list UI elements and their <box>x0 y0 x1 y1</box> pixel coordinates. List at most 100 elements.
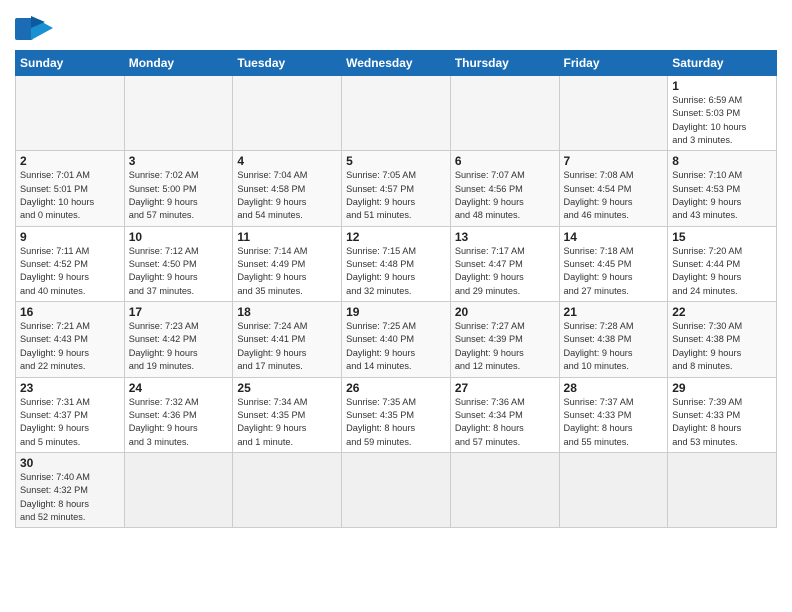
calendar-cell <box>342 76 451 151</box>
day-number: 1 <box>672 79 772 93</box>
week-row-0: 1Sunrise: 6:59 AM Sunset: 5:03 PM Daylig… <box>16 76 777 151</box>
day-info: Sunrise: 7:10 AM Sunset: 4:53 PM Dayligh… <box>672 169 772 222</box>
calendar-cell <box>668 452 777 527</box>
col-sunday: Sunday <box>16 51 125 76</box>
calendar-cell: 4Sunrise: 7:04 AM Sunset: 4:58 PM Daylig… <box>233 151 342 226</box>
day-number: 16 <box>20 305 120 319</box>
day-info: Sunrise: 7:25 AM Sunset: 4:40 PM Dayligh… <box>346 320 446 373</box>
calendar-cell: 13Sunrise: 7:17 AM Sunset: 4:47 PM Dayli… <box>450 226 559 301</box>
day-info: Sunrise: 7:24 AM Sunset: 4:41 PM Dayligh… <box>237 320 337 373</box>
day-info: Sunrise: 7:04 AM Sunset: 4:58 PM Dayligh… <box>237 169 337 222</box>
day-info: Sunrise: 7:28 AM Sunset: 4:38 PM Dayligh… <box>564 320 664 373</box>
day-number: 7 <box>564 154 664 168</box>
week-row-5: 30Sunrise: 7:40 AM Sunset: 4:32 PM Dayli… <box>16 452 777 527</box>
col-thursday: Thursday <box>450 51 559 76</box>
day-number: 30 <box>20 456 120 470</box>
calendar-cell: 23Sunrise: 7:31 AM Sunset: 4:37 PM Dayli… <box>16 377 125 452</box>
day-number: 3 <box>129 154 229 168</box>
calendar-cell <box>233 76 342 151</box>
day-info: Sunrise: 7:08 AM Sunset: 4:54 PM Dayligh… <box>564 169 664 222</box>
day-info: Sunrise: 7:37 AM Sunset: 4:33 PM Dayligh… <box>564 396 664 449</box>
logo-icon <box>15 14 53 44</box>
calendar-cell <box>16 76 125 151</box>
logo <box>15 14 57 44</box>
day-number: 20 <box>455 305 555 319</box>
day-info: Sunrise: 7:40 AM Sunset: 4:32 PM Dayligh… <box>20 471 120 524</box>
day-info: Sunrise: 7:31 AM Sunset: 4:37 PM Dayligh… <box>20 396 120 449</box>
calendar-cell <box>233 452 342 527</box>
calendar-cell: 28Sunrise: 7:37 AM Sunset: 4:33 PM Dayli… <box>559 377 668 452</box>
calendar-cell: 21Sunrise: 7:28 AM Sunset: 4:38 PM Dayli… <box>559 302 668 377</box>
day-number: 25 <box>237 381 337 395</box>
day-number: 26 <box>346 381 446 395</box>
col-saturday: Saturday <box>668 51 777 76</box>
calendar-cell: 9Sunrise: 7:11 AM Sunset: 4:52 PM Daylig… <box>16 226 125 301</box>
day-info: Sunrise: 7:21 AM Sunset: 4:43 PM Dayligh… <box>20 320 120 373</box>
day-number: 11 <box>237 230 337 244</box>
week-row-3: 16Sunrise: 7:21 AM Sunset: 4:43 PM Dayli… <box>16 302 777 377</box>
day-info: Sunrise: 7:14 AM Sunset: 4:49 PM Dayligh… <box>237 245 337 298</box>
calendar-cell: 19Sunrise: 7:25 AM Sunset: 4:40 PM Dayli… <box>342 302 451 377</box>
day-number: 28 <box>564 381 664 395</box>
calendar-cell: 27Sunrise: 7:36 AM Sunset: 4:34 PM Dayli… <box>450 377 559 452</box>
day-info: Sunrise: 7:35 AM Sunset: 4:35 PM Dayligh… <box>346 396 446 449</box>
calendar-cell: 11Sunrise: 7:14 AM Sunset: 4:49 PM Dayli… <box>233 226 342 301</box>
day-info: Sunrise: 7:01 AM Sunset: 5:01 PM Dayligh… <box>20 169 120 222</box>
day-info: Sunrise: 7:36 AM Sunset: 4:34 PM Dayligh… <box>455 396 555 449</box>
day-number: 24 <box>129 381 229 395</box>
calendar-cell: 7Sunrise: 7:08 AM Sunset: 4:54 PM Daylig… <box>559 151 668 226</box>
col-tuesday: Tuesday <box>233 51 342 76</box>
week-row-4: 23Sunrise: 7:31 AM Sunset: 4:37 PM Dayli… <box>16 377 777 452</box>
calendar-cell: 25Sunrise: 7:34 AM Sunset: 4:35 PM Dayli… <box>233 377 342 452</box>
calendar-cell: 15Sunrise: 7:20 AM Sunset: 4:44 PM Dayli… <box>668 226 777 301</box>
day-info: Sunrise: 7:15 AM Sunset: 4:48 PM Dayligh… <box>346 245 446 298</box>
calendar-cell: 8Sunrise: 7:10 AM Sunset: 4:53 PM Daylig… <box>668 151 777 226</box>
calendar-cell <box>559 76 668 151</box>
col-monday: Monday <box>124 51 233 76</box>
week-row-1: 2Sunrise: 7:01 AM Sunset: 5:01 PM Daylig… <box>16 151 777 226</box>
col-wednesday: Wednesday <box>342 51 451 76</box>
calendar-cell: 30Sunrise: 7:40 AM Sunset: 4:32 PM Dayli… <box>16 452 125 527</box>
calendar-cell: 12Sunrise: 7:15 AM Sunset: 4:48 PM Dayli… <box>342 226 451 301</box>
calendar-cell <box>342 452 451 527</box>
day-number: 9 <box>20 230 120 244</box>
day-number: 27 <box>455 381 555 395</box>
calendar-cell: 29Sunrise: 7:39 AM Sunset: 4:33 PM Dayli… <box>668 377 777 452</box>
day-info: Sunrise: 7:23 AM Sunset: 4:42 PM Dayligh… <box>129 320 229 373</box>
calendar-cell <box>450 76 559 151</box>
day-info: Sunrise: 7:34 AM Sunset: 4:35 PM Dayligh… <box>237 396 337 449</box>
calendar-cell: 6Sunrise: 7:07 AM Sunset: 4:56 PM Daylig… <box>450 151 559 226</box>
day-number: 6 <box>455 154 555 168</box>
calendar-cell: 24Sunrise: 7:32 AM Sunset: 4:36 PM Dayli… <box>124 377 233 452</box>
day-info: Sunrise: 7:07 AM Sunset: 4:56 PM Dayligh… <box>455 169 555 222</box>
header <box>15 10 777 44</box>
day-number: 8 <box>672 154 772 168</box>
calendar-cell: 17Sunrise: 7:23 AM Sunset: 4:42 PM Dayli… <box>124 302 233 377</box>
day-number: 5 <box>346 154 446 168</box>
day-number: 21 <box>564 305 664 319</box>
calendar-cell: 20Sunrise: 7:27 AM Sunset: 4:39 PM Dayli… <box>450 302 559 377</box>
calendar-cell: 5Sunrise: 7:05 AM Sunset: 4:57 PM Daylig… <box>342 151 451 226</box>
day-number: 14 <box>564 230 664 244</box>
day-info: Sunrise: 7:17 AM Sunset: 4:47 PM Dayligh… <box>455 245 555 298</box>
calendar-cell: 2Sunrise: 7:01 AM Sunset: 5:01 PM Daylig… <box>16 151 125 226</box>
day-info: Sunrise: 7:18 AM Sunset: 4:45 PM Dayligh… <box>564 245 664 298</box>
day-number: 17 <box>129 305 229 319</box>
calendar-cell <box>559 452 668 527</box>
day-info: Sunrise: 7:39 AM Sunset: 4:33 PM Dayligh… <box>672 396 772 449</box>
weekday-header-row: Sunday Monday Tuesday Wednesday Thursday… <box>16 51 777 76</box>
day-number: 29 <box>672 381 772 395</box>
day-info: Sunrise: 7:20 AM Sunset: 4:44 PM Dayligh… <box>672 245 772 298</box>
day-number: 12 <box>346 230 446 244</box>
day-number: 4 <box>237 154 337 168</box>
day-number: 13 <box>455 230 555 244</box>
day-number: 15 <box>672 230 772 244</box>
calendar-cell: 18Sunrise: 7:24 AM Sunset: 4:41 PM Dayli… <box>233 302 342 377</box>
day-number: 10 <box>129 230 229 244</box>
day-number: 22 <box>672 305 772 319</box>
calendar-cell: 14Sunrise: 7:18 AM Sunset: 4:45 PM Dayli… <box>559 226 668 301</box>
calendar-cell: 10Sunrise: 7:12 AM Sunset: 4:50 PM Dayli… <box>124 226 233 301</box>
day-info: Sunrise: 6:59 AM Sunset: 5:03 PM Dayligh… <box>672 94 772 147</box>
calendar-cell: 1Sunrise: 6:59 AM Sunset: 5:03 PM Daylig… <box>668 76 777 151</box>
day-info: Sunrise: 7:12 AM Sunset: 4:50 PM Dayligh… <box>129 245 229 298</box>
